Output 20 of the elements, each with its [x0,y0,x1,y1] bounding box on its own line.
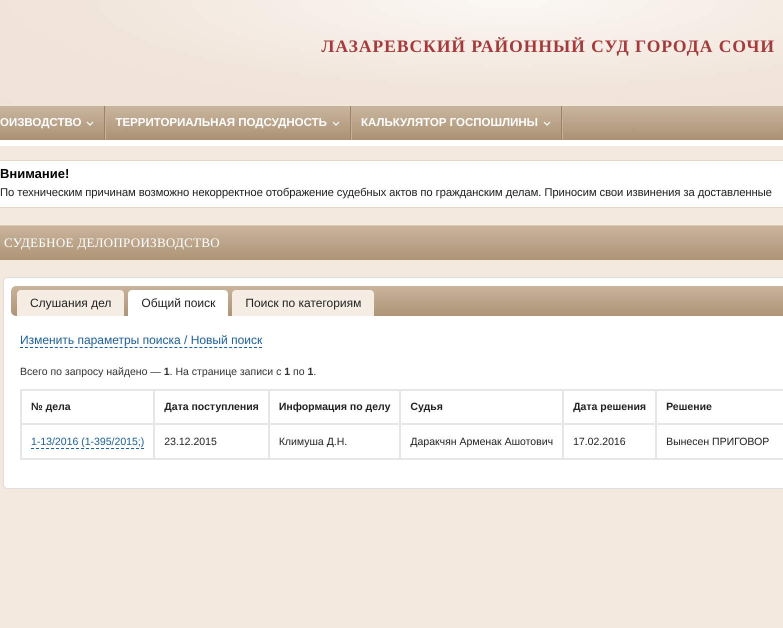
column-header: Судья [400,390,564,424]
table-cell: 17.02.2016 [563,424,656,459]
table-cell: Климуша Д.Н. [268,424,400,459]
tab[interactable]: Поиск по категориям [232,290,374,316]
column-header: Решение [656,390,783,424]
notice-title: Внимание! [0,166,70,181]
site-title: ЛАЗАРЕВСКИЙ РАЙОННЫЙ СУД ГОРОДА СОЧИ [321,36,775,57]
tab[interactable]: Слушания дел [17,290,124,316]
table-cell: Даракчян Арменак Ашотович [400,424,564,459]
column-header: № дела [21,390,154,424]
tab[interactable]: Общий поиск [128,290,228,316]
case-number-link[interactable]: 1-13/2016 (1-395/2015;) [31,436,144,448]
section-title: СУДЕБНОЕ ДЕЛОПРОИЗВОДСТВО [3,235,220,251]
notice-text: По техническим причинам возможно некорректное отображение судебных актов по гражданским делам. Приносим свои извинения за доставленные [0,187,773,199]
column-header: Дата поступления [154,390,269,424]
column-header: Дата решения [563,390,656,424]
column-header: Информация по делу [268,390,400,424]
table-cell: 23.12.2015 [154,424,269,459]
results-summary: Всего по запросу найдено — 1. На странице записи с 1 по 1. [20,366,318,378]
search-params-link[interactable]: Изменить параметры поиска / Новый поиск [20,333,262,348]
